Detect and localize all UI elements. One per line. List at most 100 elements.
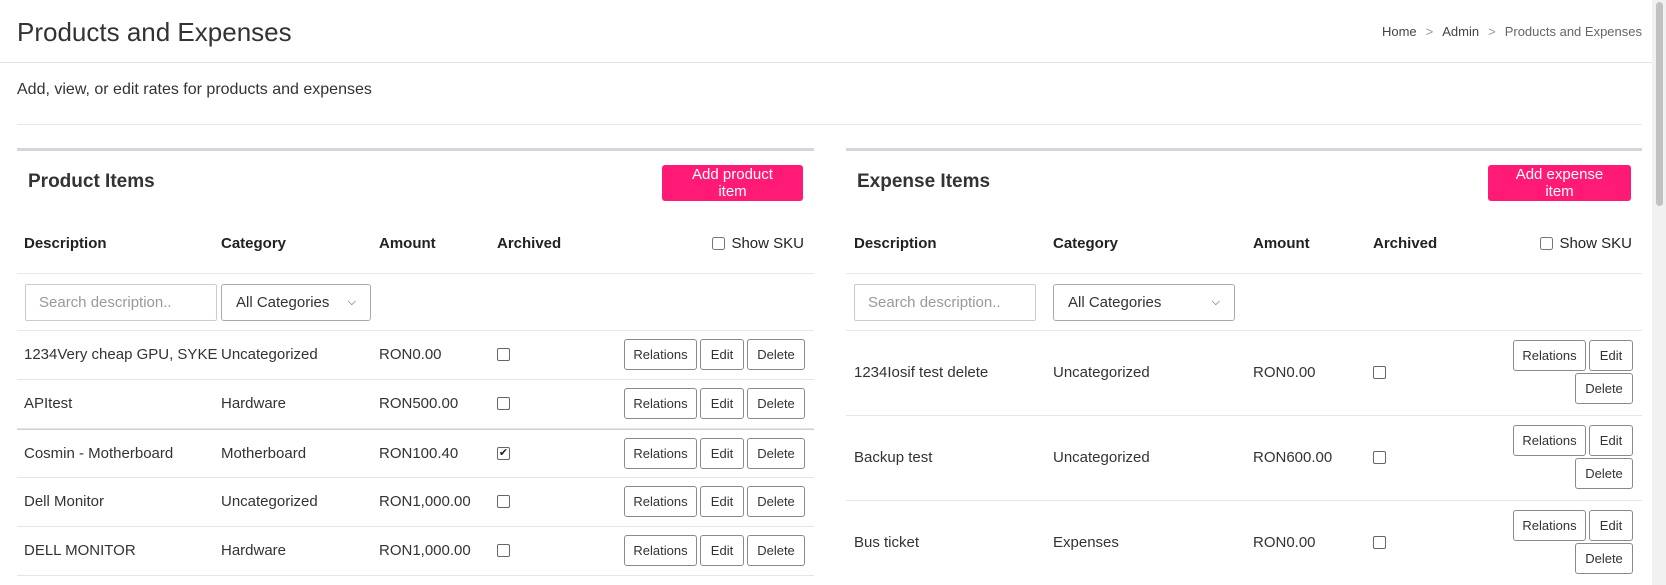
relations-button[interactable]: Relations	[624, 535, 697, 566]
delete-button[interactable]: Delete	[1575, 458, 1633, 489]
chevron-down-icon: ⌵	[347, 296, 356, 308]
archived-checkbox-checked: ✔	[497, 447, 510, 460]
edit-button[interactable]: Edit	[700, 535, 744, 566]
table-row: Bus ticket Expenses RON0.00 Relations Ed…	[846, 501, 1642, 585]
row-actions: Relations Edit Delete	[605, 339, 805, 370]
edit-button[interactable]: Edit	[700, 339, 744, 370]
panel-title: Expense Items	[857, 171, 991, 192]
edit-button[interactable]: Edit	[1589, 510, 1633, 541]
breadcrumb-admin[interactable]: Admin	[1442, 24, 1479, 39]
delete-button[interactable]: Delete	[747, 388, 805, 419]
row-description: Backup test	[854, 449, 933, 466]
search-input[interactable]	[854, 284, 1036, 321]
relations-button[interactable]: Relations	[1513, 425, 1586, 456]
row-description: 1234Iosif test delete	[854, 364, 989, 381]
search-input[interactable]	[25, 284, 217, 321]
show-sku-checkbox[interactable]	[712, 237, 726, 250]
delete-button[interactable]: Delete	[1575, 543, 1633, 574]
archived-checkbox	[1373, 366, 1386, 379]
relations-button[interactable]: Relations	[1513, 340, 1586, 371]
row-category: Motherboard	[221, 445, 307, 462]
scrollbar-thumb[interactable]	[1656, 2, 1663, 206]
show-sku-label: Show SKU	[1559, 235, 1632, 252]
archived-checkbox	[1373, 536, 1386, 549]
edit-button[interactable]: Edit	[1589, 425, 1633, 456]
check-icon: ✔	[498, 447, 509, 459]
delete-button[interactable]: Delete	[747, 438, 805, 469]
row-amount: RON600.00	[1253, 449, 1333, 466]
row-actions: Relations Edit Delete	[605, 486, 805, 517]
panel-title: Product Items	[28, 171, 155, 192]
breadcrumb-home[interactable]: Home	[1382, 24, 1417, 39]
breadcrumb: Home > Admin > Products and Expenses	[1382, 24, 1642, 39]
row-amount: RON100.40	[379, 445, 459, 462]
delete-button[interactable]: Delete	[747, 535, 805, 566]
row-description: Cosmin - Motherboard	[24, 445, 174, 462]
delete-button[interactable]: Delete	[747, 339, 805, 370]
row-amount: RON500.00	[379, 395, 459, 412]
page-scrollbar[interactable]	[1652, 0, 1666, 585]
breadcrumb-current: Products and Expenses	[1504, 24, 1642, 39]
add-product-item-button[interactable]: Add product item	[662, 165, 803, 201]
row-actions: Relations Edit Delete	[1503, 425, 1633, 489]
edit-button[interactable]: Edit	[1589, 340, 1633, 371]
column-header-description[interactable]: Description	[854, 235, 937, 252]
table-row: 1234Iosif test delete Uncategorized RON0…	[846, 331, 1642, 416]
row-category: Uncategorized	[221, 493, 318, 510]
relations-button[interactable]: Relations	[1513, 510, 1586, 541]
table-header: Description Category Amount Archived Sho…	[17, 221, 814, 274]
relations-button[interactable]: Relations	[624, 388, 697, 419]
row-description: 1234Very cheap GPU, SYKE	[24, 346, 218, 363]
column-header-archived[interactable]: Archived	[497, 235, 561, 252]
column-header-description[interactable]: Description	[24, 235, 107, 252]
edit-button[interactable]: Edit	[700, 438, 744, 469]
category-filter-select[interactable]: All Categories ⌵	[221, 284, 371, 321]
divider	[17, 124, 1642, 125]
page-title: Products and Expenses	[17, 17, 292, 47]
relations-button[interactable]: Relations	[624, 486, 697, 517]
filter-row: All Categories ⌵	[17, 274, 814, 331]
row-category: Uncategorized	[221, 346, 318, 363]
breadcrumb-separator: >	[1488, 24, 1496, 39]
relations-button[interactable]: Relations	[624, 438, 697, 469]
delete-button[interactable]: Delete	[747, 486, 805, 517]
category-filter-value: All Categories	[1068, 294, 1162, 311]
table-row: Cosmin - Motherboard Motherboard RON100.…	[17, 429, 814, 478]
row-amount: RON1,000.00	[379, 542, 471, 559]
row-actions: Relations Edit Delete	[605, 535, 805, 566]
row-description: Bus ticket	[854, 534, 920, 551]
column-header-amount[interactable]: Amount	[379, 235, 436, 252]
row-description: Dell Monitor	[24, 493, 105, 510]
category-filter-select[interactable]: All Categories ⌵	[1053, 284, 1235, 321]
relations-button[interactable]: Relations	[624, 339, 697, 370]
table-row: Dell Monitor Uncategorized RON1,000.00 R…	[17, 478, 814, 527]
row-actions: Relations Edit Delete	[1503, 510, 1633, 574]
show-sku-toggle[interactable]: Show SKU	[1540, 235, 1632, 252]
edit-button[interactable]: Edit	[700, 486, 744, 517]
row-amount: RON0.00	[379, 346, 442, 363]
archived-checkbox	[497, 495, 510, 508]
delete-button[interactable]: Delete	[1575, 373, 1633, 404]
row-amount: RON0.00	[1253, 534, 1316, 551]
filter-row: All Categories ⌵	[846, 274, 1642, 331]
archived-checkbox	[1373, 451, 1386, 464]
column-header-category[interactable]: Category	[221, 235, 286, 252]
column-header-archived[interactable]: Archived	[1373, 235, 1437, 252]
show-sku-checkbox[interactable]	[1540, 237, 1554, 250]
table-row: APItest Hardware RON500.00 Relations Edi…	[17, 380, 814, 429]
show-sku-toggle[interactable]: Show SKU	[712, 235, 804, 252]
category-filter-value: All Categories	[236, 294, 330, 311]
table-row: DELL MONITOR Hardware RON1,000.00 Relati…	[17, 527, 814, 576]
archived-checkbox	[497, 544, 510, 557]
row-category: Hardware	[221, 395, 287, 412]
edit-button[interactable]: Edit	[700, 388, 744, 419]
show-sku-label: Show SKU	[731, 235, 804, 252]
product-items-panel: Product Items Add product item Descripti…	[17, 148, 814, 585]
add-expense-item-button[interactable]: Add expense item	[1488, 165, 1631, 201]
row-category: Uncategorized	[1053, 364, 1150, 381]
table-header: Description Category Amount Archived Sho…	[846, 221, 1642, 274]
row-description: APItest	[24, 395, 73, 412]
row-actions: Relations Edit Delete	[1503, 340, 1633, 404]
column-header-amount[interactable]: Amount	[1253, 235, 1310, 252]
column-header-category[interactable]: Category	[1053, 235, 1118, 252]
